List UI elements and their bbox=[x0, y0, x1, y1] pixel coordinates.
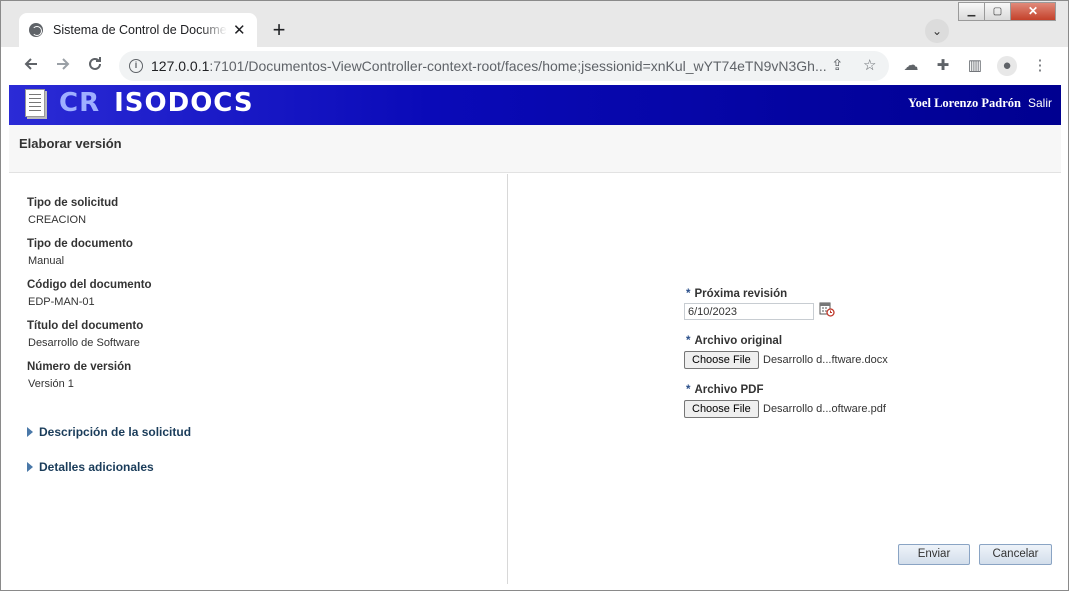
app-banner: CR ISODOCS Yoel Lorenzo Padrón Salir bbox=[9, 85, 1061, 125]
document-type-value: Manual bbox=[28, 255, 65, 267]
required-mark: * bbox=[686, 384, 691, 396]
version-number-label: Número de versión bbox=[27, 361, 132, 373]
browser-window: Sistema de Control de Documentos ✕ + ⌄ ▁… bbox=[0, 0, 1069, 591]
reload-button[interactable] bbox=[84, 55, 106, 77]
pdf-file-label-text: Archivo PDF bbox=[694, 384, 764, 396]
document-title-label: Título del documento bbox=[27, 320, 144, 332]
window-close-button[interactable]: ✕ bbox=[1010, 2, 1056, 21]
reload-icon bbox=[89, 57, 101, 70]
extensions-puzzle-icon[interactable]: ✚ bbox=[933, 56, 953, 76]
site-info-icon[interactable]: i bbox=[129, 59, 143, 73]
pdf-file-name: Desarrollo d...oftware.pdf bbox=[763, 403, 886, 415]
back-arrow-icon bbox=[24, 58, 37, 70]
expand-triangle-icon bbox=[27, 427, 33, 437]
original-file-name: Desarrollo d...ftware.docx bbox=[763, 354, 888, 366]
page-title: Elaborar versión bbox=[19, 136, 122, 151]
app-logo: CR ISODOCS bbox=[59, 88, 254, 118]
calendar-icon[interactable] bbox=[819, 301, 835, 317]
tab-search-button[interactable]: ⌄ bbox=[925, 19, 949, 43]
document-type-label: Tipo de documento bbox=[27, 238, 133, 250]
document-code-value: EDP-MAN-01 bbox=[28, 296, 95, 308]
browser-toolbar: i 127.0.0.1:7101/Documentos-ViewControll… bbox=[1, 47, 1068, 85]
url-text: 127.0.0.1:7101/Documentos-ViewController… bbox=[151, 58, 827, 74]
maximize-button[interactable]: ▢ bbox=[984, 2, 1011, 21]
browser-tab[interactable]: Sistema de Control de Documentos ✕ bbox=[19, 13, 257, 47]
logo-name: ISODOCS bbox=[114, 88, 254, 118]
address-bar[interactable]: i 127.0.0.1:7101/Documentos-ViewControll… bbox=[119, 51, 889, 81]
original-file-label-text: Archivo original bbox=[694, 335, 783, 347]
url-path: /Documentos-ViewController-context-root/… bbox=[244, 58, 827, 74]
document-title-value: Desarrollo de Software bbox=[28, 337, 140, 349]
share-icon[interactable]: ⇪ bbox=[831, 56, 844, 74]
bookmark-star-icon[interactable]: ☆ bbox=[863, 56, 876, 74]
globe-icon bbox=[29, 23, 43, 37]
browser-menu-icon[interactable]: ⋮ bbox=[1030, 56, 1050, 76]
logout-link[interactable]: Salir bbox=[1028, 96, 1052, 110]
side-panel-icon[interactable]: ▥ bbox=[965, 56, 985, 76]
close-tab-icon[interactable]: ✕ bbox=[233, 21, 246, 39]
profile-avatar-icon[interactable]: ● bbox=[997, 56, 1017, 76]
window-controls: ▁ ▢ ✕ bbox=[958, 2, 1056, 22]
next-review-label-text: Próxima revisión bbox=[694, 288, 788, 300]
back-button[interactable] bbox=[20, 55, 42, 77]
next-review-label: * Próxima revisión bbox=[686, 288, 787, 300]
extension-cloud-icon[interactable]: ☁ bbox=[901, 56, 921, 76]
current-user-name: Yoel Lorenzo Padrón bbox=[908, 96, 1021, 110]
new-tab-button[interactable]: + bbox=[265, 17, 293, 45]
document-logo-icon bbox=[25, 89, 45, 117]
request-description-toggle[interactable]: Descripción de la solicitud bbox=[27, 425, 191, 439]
browser-titlebar: Sistema de Control de Documentos ✕ + ⌄ ▁… bbox=[1, 1, 1068, 47]
submit-button[interactable]: Enviar bbox=[898, 544, 970, 565]
version-number-value: Versión 1 bbox=[28, 378, 74, 390]
request-details-panel: Tipo de solicitud CREACION Tipo de docum… bbox=[9, 174, 508, 584]
minimize-button[interactable]: ▁ bbox=[958, 2, 985, 21]
logo-prefix: CR bbox=[59, 88, 101, 118]
cancel-button[interactable]: Cancelar bbox=[979, 544, 1052, 565]
forward-arrow-icon bbox=[57, 58, 70, 70]
additional-details-label: Detalles adicionales bbox=[39, 460, 154, 474]
pdf-file-choose-button[interactable]: Choose File bbox=[684, 400, 759, 418]
additional-details-toggle[interactable]: Detalles adicionales bbox=[27, 460, 154, 474]
url-host: 127.0.0.1 bbox=[151, 58, 210, 74]
request-type-label: Tipo de solicitud bbox=[27, 197, 119, 209]
tab-title: Sistema de Control de Documentos bbox=[53, 23, 227, 37]
document-code-label: Código del documento bbox=[27, 279, 152, 291]
expand-triangle-icon bbox=[27, 462, 33, 472]
original-file-choose-button[interactable]: Choose File bbox=[684, 351, 759, 369]
forward-button[interactable] bbox=[52, 55, 74, 77]
request-type-value: CREACION bbox=[28, 214, 87, 226]
next-review-date-input[interactable] bbox=[684, 303, 814, 320]
required-mark: * bbox=[686, 288, 691, 300]
pdf-file-label: * Archivo PDF bbox=[686, 384, 764, 396]
url-port: :7101 bbox=[209, 58, 245, 74]
version-form-panel: *Próxima revisión *Archivo original Choo… bbox=[509, 174, 1061, 584]
request-description-label: Descripción de la solicitud bbox=[39, 425, 192, 439]
page-header: Elaborar versión bbox=[9, 125, 1061, 173]
required-mark: * bbox=[686, 335, 691, 347]
original-file-label: * Archivo original bbox=[686, 335, 782, 347]
